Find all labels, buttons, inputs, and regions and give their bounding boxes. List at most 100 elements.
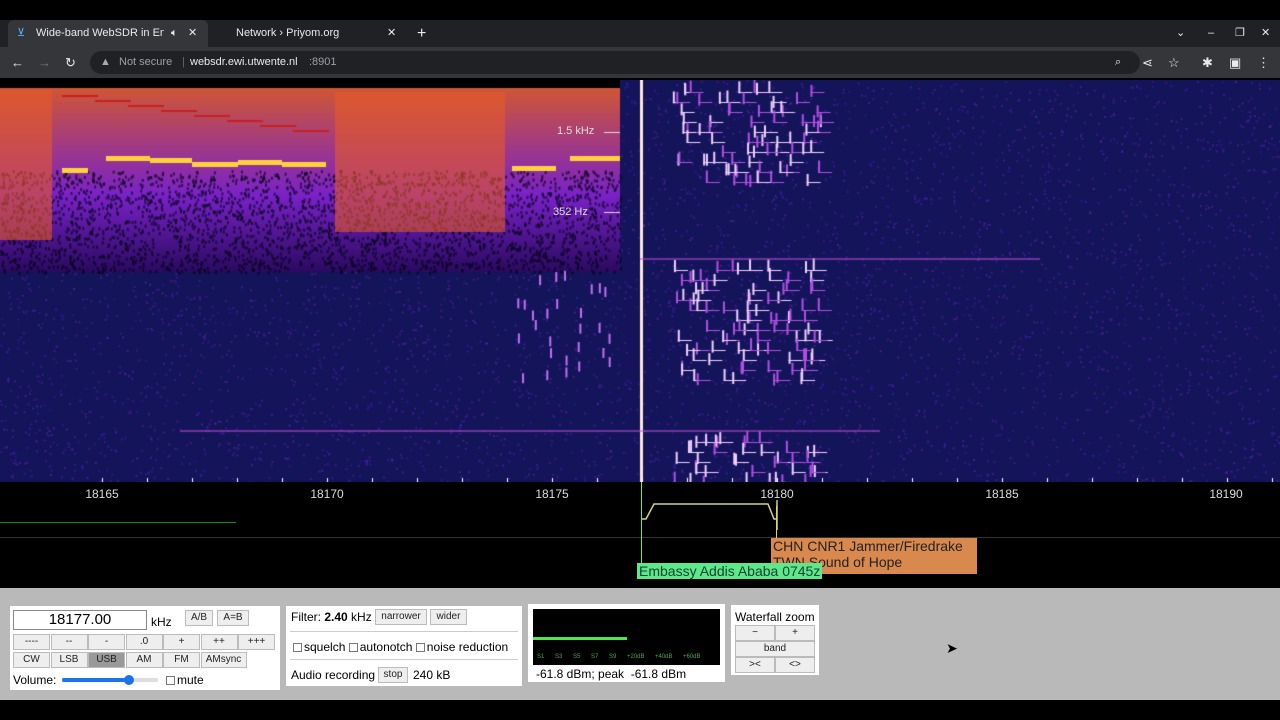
reload-icon[interactable]: ↻ bbox=[65, 47, 76, 78]
address-bar[interactable]: ▲ Not secure | websdr.ewi.utwente.nl :89… bbox=[90, 51, 1140, 74]
band-marker bbox=[0, 522, 236, 523]
new-tab-icon[interactable]: + bbox=[417, 20, 426, 47]
noise-reduction-checkbox[interactable]: noise reduction bbox=[415, 640, 509, 654]
mute-checkbox[interactable]: mute bbox=[166, 673, 204, 687]
share-icon[interactable]: ⋖ bbox=[1142, 47, 1153, 78]
control-area: 18177.00 kHz A/B A=B ---- -- - .0 + ++ +++ CW L… bbox=[0, 588, 1280, 700]
narrower-button[interactable]: narrower bbox=[375, 609, 427, 625]
smeter-tick: +20dB bbox=[627, 654, 645, 660]
mode-button-cw[interactable]: CW bbox=[13, 652, 50, 668]
mode-button-fm[interactable]: FM bbox=[163, 652, 200, 668]
tab-priyom[interactable]: Network › Priyom.org ✕ bbox=[220, 20, 405, 47]
tuning-panel: 18177.00 kHz A/B A=B ---- -- - .0 + ++ +++ CW L… bbox=[10, 606, 280, 690]
filter-value: 2.40 bbox=[324, 610, 348, 624]
mouse-cursor-icon: ➤ bbox=[946, 640, 958, 656]
frequency-scale[interactable]: 18165 18170 18175 18180 18185 18190 CHN … bbox=[0, 482, 1280, 588]
frequency-input[interactable]: 18177.00 bbox=[13, 610, 147, 630]
mute-label: mute bbox=[177, 673, 204, 687]
maximize-icon[interactable]: ❐ bbox=[1235, 20, 1245, 47]
mode-button-amsync[interactable]: AMsync bbox=[200, 652, 247, 668]
back-icon[interactable]: ← bbox=[11, 47, 24, 78]
step-button[interactable]: + bbox=[163, 634, 200, 650]
waterfall-display[interactable] bbox=[0, 80, 1280, 482]
smeter-tick: S3 bbox=[555, 654, 563, 660]
browser-toolbar: ← → ↻ ▲ Not secure | websdr.ewi.utwente.… bbox=[0, 47, 1280, 78]
step-button[interactable]: ++ bbox=[200, 634, 238, 650]
zoom-wide-button[interactable]: <> bbox=[775, 657, 815, 673]
recording-label: Audio recording bbox=[291, 668, 376, 682]
freq-label: 18185 bbox=[985, 487, 1019, 501]
speaker-icon[interactable]: 🔈︎ bbox=[171, 20, 178, 47]
smeter-bar bbox=[533, 637, 627, 640]
menu-icon[interactable]: ⋮ bbox=[1257, 47, 1270, 78]
forward-icon: → bbox=[38, 55, 51, 70]
mode-button-lsb[interactable]: LSB bbox=[50, 652, 88, 668]
passband-shape[interactable] bbox=[640, 500, 780, 530]
noise-reduction-label: noise reduction bbox=[426, 640, 509, 654]
close-window-icon[interactable]: ✕ bbox=[1261, 20, 1270, 47]
freq-label: 18180 bbox=[760, 487, 794, 501]
smeter-tick: +40dB bbox=[655, 654, 673, 660]
close-tab-icon[interactable]: ✕ bbox=[188, 20, 197, 47]
zoom-out-button[interactable]: − bbox=[735, 625, 775, 641]
freq-label: 18165 bbox=[85, 487, 119, 501]
wider-button[interactable]: wider bbox=[430, 609, 467, 625]
smeter-tick: +60dB bbox=[683, 654, 701, 660]
zoom-icon[interactable]: ⌕ bbox=[1115, 51, 1121, 74]
volume-label: Volume: bbox=[13, 673, 57, 687]
tab-bar: ⊻ Wide-band WebSDR in Ensch 🔈︎ ✕ Network… bbox=[0, 20, 1280, 47]
warning-icon: ▲ bbox=[100, 56, 111, 68]
mode-button-usb[interactable]: USB bbox=[88, 652, 125, 668]
waterfall-zoom-panel: Waterfall zoom − + band >< <> bbox=[731, 605, 819, 675]
step-button[interactable]: -- bbox=[50, 634, 88, 650]
freq-label: 18175 bbox=[535, 487, 569, 501]
side-panel-icon[interactable]: ▣ bbox=[1229, 47, 1241, 78]
step-button[interactable]: ---- bbox=[13, 634, 50, 650]
zoom-in-button[interactable]: + bbox=[775, 625, 815, 641]
minimize-icon[interactable]: – bbox=[1208, 20, 1214, 47]
smeter-tick: S7 bbox=[591, 654, 599, 660]
recording-size: 240 kB bbox=[413, 668, 451, 682]
tab-search-icon[interactable]: ⌄ bbox=[1176, 20, 1185, 47]
autonotch-label: autonotch bbox=[359, 640, 413, 654]
a-equals-b-button[interactable]: A=B bbox=[217, 610, 249, 626]
freq-label: 18170 bbox=[310, 487, 344, 501]
zoom-narrow-button[interactable]: >< bbox=[735, 657, 775, 673]
zoom-band-button[interactable]: band bbox=[735, 641, 815, 657]
stop-recording-button[interactable]: stop bbox=[378, 667, 408, 683]
bookmark-star-icon[interactable]: ☆ bbox=[1168, 47, 1180, 78]
smeter-tick: S1 bbox=[537, 654, 545, 660]
squelch-label: squelch bbox=[304, 640, 346, 654]
smeter-panel: S1 S3 S5 S7 S9 +20dB +40dB +60dB -61.8 dBm; pea… bbox=[528, 604, 725, 682]
step-button[interactable]: - bbox=[88, 634, 125, 650]
url-port: :8901 bbox=[309, 56, 337, 68]
squelch-checkbox[interactable]: squelch bbox=[293, 640, 345, 654]
volume-slider-handle[interactable] bbox=[124, 675, 135, 685]
station-label-embassy[interactable]: Embassy Addis Ababa 0745z bbox=[637, 563, 823, 579]
security-label: Not secure bbox=[119, 56, 173, 68]
autonotch-checkbox[interactable]: autonotch bbox=[348, 640, 413, 654]
step-button[interactable]: .0 bbox=[125, 634, 163, 650]
smeter-reading: -61.8 dBm; peak -61.8 dBm bbox=[536, 667, 687, 681]
url-host: websdr.ewi.utwente.nl bbox=[190, 56, 298, 68]
smeter-tick: S9 bbox=[609, 654, 617, 660]
station-name: CHN CNR1 Jammer/Firedrake bbox=[773, 538, 963, 554]
audio-label-352: 352 Hz bbox=[553, 206, 588, 218]
tab-websdr[interactable]: ⊻ Wide-band WebSDR in Ensch 🔈︎ ✕ bbox=[8, 20, 208, 47]
volume-slider[interactable] bbox=[62, 675, 158, 685]
step-button[interactable]: +++ bbox=[238, 634, 275, 650]
freq-label: 18190 bbox=[1209, 487, 1243, 501]
filter-unit: kHz bbox=[351, 610, 372, 624]
unit-label: kHz bbox=[151, 615, 172, 629]
divider bbox=[0, 537, 1280, 538]
mode-button-am[interactable]: AM bbox=[125, 652, 163, 668]
smeter-tick: S5 bbox=[573, 654, 581, 660]
waterfall-zoom-title: Waterfall zoom bbox=[735, 610, 815, 624]
close-tab-icon[interactable]: ✕ bbox=[387, 20, 396, 47]
filter-panel: Filter: 2.40 kHz narrower wider squelch … bbox=[286, 606, 522, 686]
ab-button[interactable]: A/B bbox=[185, 610, 213, 626]
websdr-favicon: ⊻ bbox=[17, 27, 26, 39]
tab-title: Wide-band WebSDR in Ensch bbox=[36, 27, 164, 39]
smeter-display: S1 S3 S5 S7 S9 +20dB +40dB +60dB bbox=[533, 609, 720, 665]
extensions-icon[interactable]: ✱ bbox=[1202, 47, 1213, 78]
